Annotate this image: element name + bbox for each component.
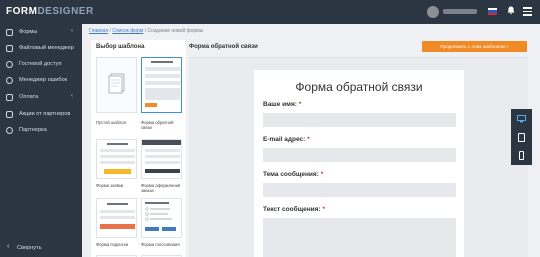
logo[interactable]: FORMDESIGNER [6, 6, 94, 17]
chevron-left-icon: ‹ [7, 243, 10, 250]
template-thumbnail [97, 140, 136, 178]
template-caption: Пустой шаблон [96, 120, 126, 125]
template-thumbnail [97, 199, 136, 237]
folder-icon [6, 45, 13, 52]
breadcrumb-home[interactable]: Главная [89, 28, 108, 34]
template-request[interactable] [96, 139, 137, 179]
hamburger-line [523, 7, 532, 9]
tablet-view-button[interactable] [511, 128, 532, 146]
form-preview: Форма обратной связи Ваше имя: * E-mail … [189, 57, 528, 257]
required-mark: * [322, 206, 325, 213]
template-order[interactable] [141, 139, 182, 179]
sidebar-item-forms[interactable]: Формы ‹ [0, 28, 82, 41]
device-toolbar [511, 109, 532, 165]
template-subscribe[interactable] [96, 198, 137, 238]
sidebar-item-error-manager[interactable]: Менеджер ошибок [0, 76, 82, 89]
field-label-subject: Тема сообщения: * [263, 171, 323, 178]
hamburger-icon[interactable] [523, 7, 532, 18]
template-caption: Форма обратной связи [141, 120, 174, 131]
user-name-blurred[interactable] [443, 9, 477, 14]
message-textarea[interactable] [263, 218, 456, 257]
hamburger-line [523, 14, 532, 16]
form-heading: Форма обратной связи [295, 80, 423, 94]
form-card: Форма обратной связи Ваше имя: * E-mail … [254, 70, 464, 257]
template-thumbnail [142, 199, 181, 237]
logo-part-designer: DESIGNER [37, 6, 94, 17]
template-poll[interactable] [141, 198, 182, 238]
top-bar: FORMDESIGNER [0, 0, 540, 24]
sidebar-item-label: Формы [19, 29, 38, 35]
field-label-message: Текст сообщения: * [263, 206, 325, 213]
sidebar-item-affiliate[interactable]: Партнерка [0, 126, 82, 139]
template-panel-title: Выбор шаблона [96, 44, 145, 50]
avatar[interactable] [427, 6, 439, 18]
template-thumbnail [142, 58, 181, 112]
sidebar-item-guest-access[interactable]: Гостевой доступ [0, 60, 82, 73]
alert-icon [6, 77, 13, 84]
payment-icon [6, 94, 13, 101]
email-input[interactable] [263, 148, 456, 162]
preview-title: Форма обратной связи [189, 44, 258, 50]
chevron-left-icon: ‹ [71, 93, 73, 99]
phone-view-button[interactable] [511, 146, 532, 164]
sidebar-item-payment[interactable]: Оплата ‹ [0, 93, 82, 106]
language-flag-icon[interactable] [488, 8, 497, 15]
sidebar-item-label: Менеджер ошибок [19, 77, 68, 83]
template-caption: Форма заявки [96, 183, 124, 188]
user-icon [6, 61, 13, 68]
desktop-view-button[interactable] [511, 110, 532, 128]
sidebar-item-label: Акции от партнеров [19, 111, 71, 117]
required-mark: * [298, 101, 302, 108]
collapse-sidebar-button[interactable]: ‹ Свернуть [0, 243, 82, 257]
field-label-text: Текст сообщения: [263, 206, 321, 213]
collapse-label: Свернуть [17, 245, 42, 251]
template-panel: Выбор шаблона Пустой шаблон Форма обратн… [91, 40, 186, 257]
chevron-left-icon: ‹ [71, 28, 73, 34]
hamburger-line [523, 10, 532, 12]
template-blank[interactable] [96, 57, 137, 113]
sidebar: Формы ‹ Файловый менеджер Гостевой досту… [0, 24, 82, 257]
gift-icon [6, 111, 13, 118]
blank-document-icon [108, 73, 125, 94]
flag-stripe-red [488, 12, 497, 15]
forms-icon [6, 29, 13, 36]
sidebar-item-file-manager[interactable]: Файловый менеджер [0, 44, 82, 57]
field-label-text: Ваше имя: [263, 101, 297, 108]
required-mark: * [307, 136, 310, 143]
breadcrumb-current: Создание новой формы [147, 28, 204, 34]
template-caption: Форма голосования [141, 242, 180, 247]
template-caption: Форма оформления заказа [141, 183, 181, 194]
subject-input[interactable] [263, 183, 456, 197]
name-input[interactable] [263, 113, 456, 127]
required-mark: * [320, 171, 324, 178]
sidebar-item-partner-promos[interactable]: Акции от партнеров [0, 110, 82, 123]
continue-with-template-button[interactable]: Продолжить с этим шаблоном » [422, 41, 527, 52]
main-content: Главная / Список форм / Создание новой ф… [82, 24, 540, 257]
sidebar-item-label: Гостевой доступ [19, 61, 62, 67]
field-label-email: E-mail адрес: * [263, 136, 310, 143]
sidebar-item-label: Файловый менеджер [19, 45, 74, 51]
field-label-text: E-mail адрес: [263, 136, 306, 143]
breadcrumb-form-list[interactable]: Список форм [112, 28, 143, 34]
breadcrumb: Главная / Список форм / Создание новой ф… [89, 28, 203, 34]
sidebar-item-label: Оплата [19, 94, 39, 100]
desktop-icon [517, 115, 526, 123]
field-label-name: Ваше имя: * [263, 101, 301, 108]
template-feedback[interactable] [141, 57, 182, 113]
sidebar-item-label: Партнерка [19, 127, 47, 133]
bell-icon[interactable] [507, 6, 515, 17]
partner-icon [6, 127, 13, 134]
logo-part-form: FORM [6, 6, 38, 17]
phone-icon [519, 151, 524, 160]
template-thumbnail [142, 140, 181, 178]
field-label-text: Тема сообщения: [263, 171, 319, 178]
tablet-icon [518, 133, 525, 142]
template-caption: Форма подписки [96, 242, 129, 247]
